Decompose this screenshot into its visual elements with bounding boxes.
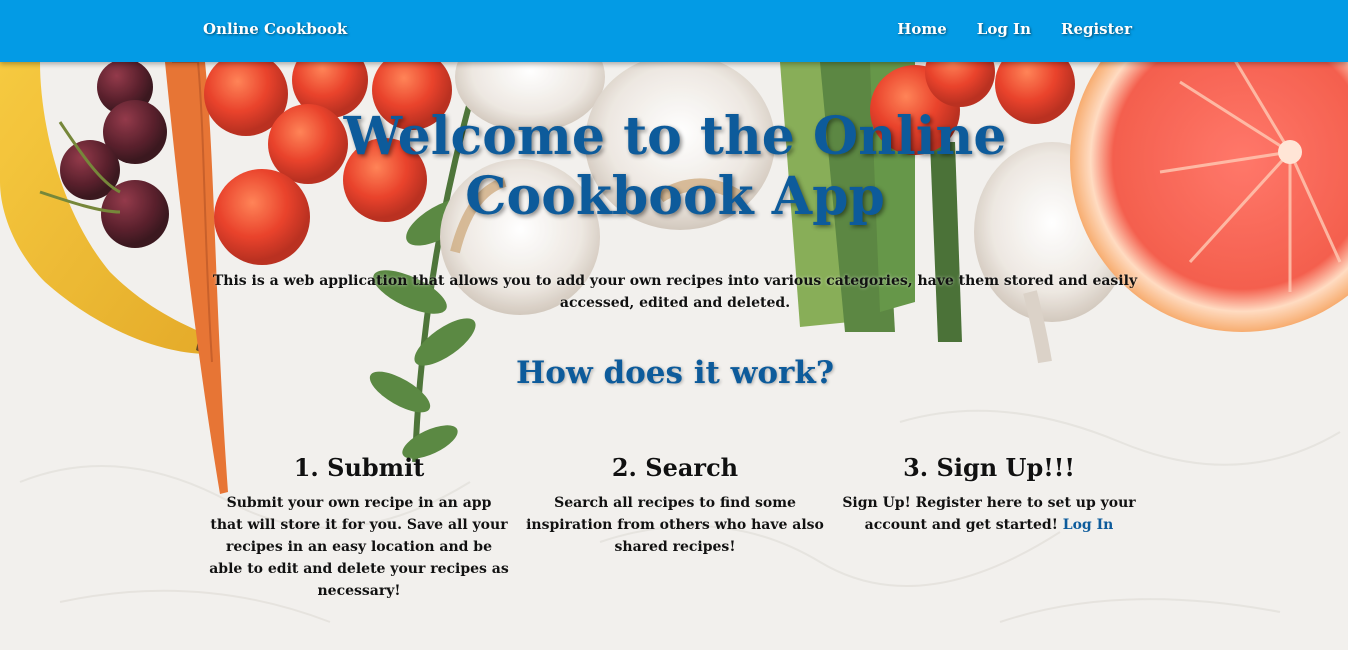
step-submit-text: Submit your own recipe in an app that wi… xyxy=(209,495,509,599)
step-signup-heading: 3. Sign Up!!! xyxy=(903,453,1075,482)
brand-link[interactable]: Online Cookbook xyxy=(203,20,347,38)
step-signup-paragraph: Sign Up! Register here to set up your ac… xyxy=(839,492,1139,536)
page-title: Welcome to the Online Cookbook App xyxy=(343,106,1007,227)
how-it-works-heading: How does it work? xyxy=(516,355,834,391)
app-description: This is a web application that allows yo… xyxy=(212,273,1138,311)
step-signup-login-link[interactable]: Log In xyxy=(1063,517,1114,533)
nav-links: Home Log In Register xyxy=(897,20,1132,38)
step-search: 2. Search Search all recipes to find som… xyxy=(525,453,825,558)
step-submit: 1. Submit Submit your own recipe in an a… xyxy=(209,453,509,602)
navbar: Online Cookbook Home Log In Register xyxy=(0,0,1348,62)
step-search-text: Search all recipes to find some inspirat… xyxy=(526,495,824,555)
nav-home-link[interactable]: Home xyxy=(897,20,947,38)
step-search-heading: 2. Search xyxy=(611,453,739,482)
nav-register-link[interactable]: Register xyxy=(1061,20,1132,38)
nav-login-link[interactable]: Log In xyxy=(977,20,1031,38)
step-signup: 3. Sign Up!!! Sign Up! Register here to … xyxy=(839,453,1139,536)
step-submit-heading: 1. Submit xyxy=(293,453,425,482)
main-content: Welcome to the Online Cookbook App This … xyxy=(0,62,1348,650)
